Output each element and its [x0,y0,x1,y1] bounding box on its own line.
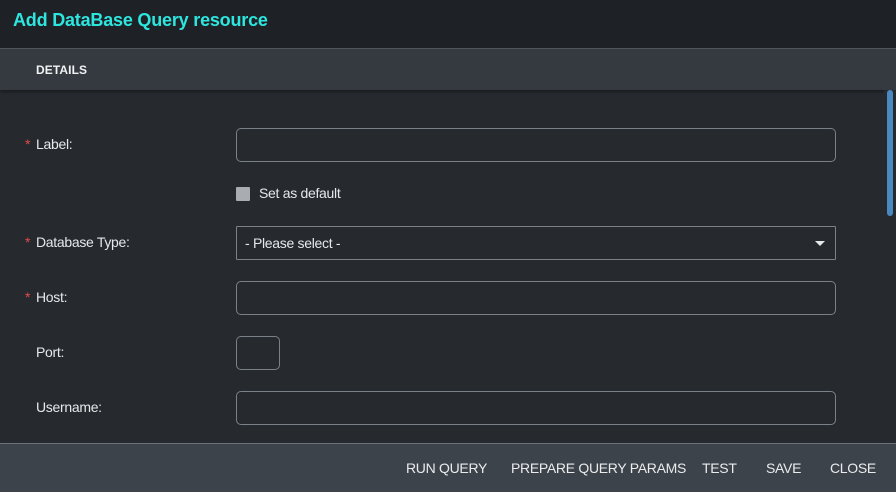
vertical-scrollbar[interactable] [884,90,896,443]
set-default-label[interactable]: Set as default [259,185,341,201]
port-label: Port: [36,344,65,360]
add-database-query-dialog: Add DataBase Query resource DETAILS * La… [0,0,896,492]
tab-bar: DETAILS [0,49,896,90]
username-label: Username: [36,399,102,415]
tab-details[interactable]: DETAILS [36,63,87,77]
chevron-down-icon [815,241,825,246]
host-label: Host: [36,289,68,305]
required-marker: * [25,136,31,152]
label-field-label: Label: [36,136,73,152]
form-content: * Label: Set as default * Database Type:… [0,90,884,443]
scroll-thumb[interactable] [887,90,893,216]
port-input[interactable] [236,336,280,370]
set-default-checkbox[interactable] [236,187,250,201]
run-query-button[interactable]: RUN QUERY [406,460,487,476]
label-input[interactable] [236,128,836,162]
dialog-titlebar: Add DataBase Query resource [0,0,896,49]
host-input[interactable] [236,281,836,315]
database-type-selected: - Please select - [245,235,341,251]
database-type-select[interactable]: - Please select - [236,226,836,260]
save-button[interactable]: SAVE [766,460,801,476]
required-marker: * [25,234,31,250]
prepare-query-params-button[interactable]: PREPARE QUERY PARAMS [511,460,686,476]
required-marker: * [25,289,31,305]
username-input[interactable] [236,391,836,425]
dialog-footer: RUN QUERY PREPARE QUERY PARAMS TEST SAVE… [0,443,896,492]
database-type-label: Database Type: [36,234,130,250]
test-button[interactable]: TEST [702,460,737,476]
close-button[interactable]: CLOSE [830,460,876,476]
dialog-title: Add DataBase Query resource [13,10,268,30]
